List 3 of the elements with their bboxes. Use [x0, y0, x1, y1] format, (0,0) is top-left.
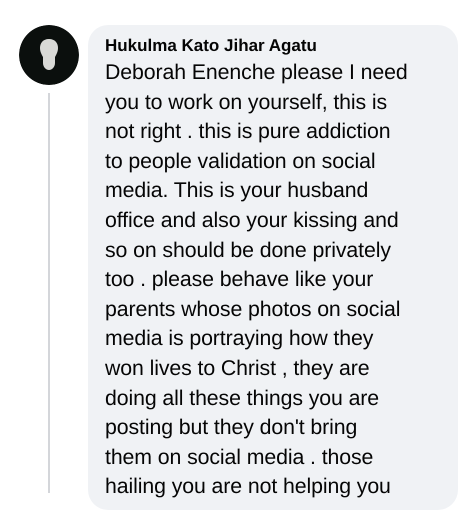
comment-text: Deborah Enenche please I need you to work on yourself, this is not right . this is pure addiction to people validation on social media. This is your husband office and also your kissing and so on should be done privately too . please behave like your parents whose photos on social media is portraying how they won lives to Christ , they are doing all these things you are posting but they don't bring them on social media . those hailing you are not helping you — [105, 59, 409, 500]
avatar-icon[interactable] — [19, 25, 79, 85]
author-name[interactable]: Hukulma Kato Jihar Agatu — [105, 35, 448, 57]
